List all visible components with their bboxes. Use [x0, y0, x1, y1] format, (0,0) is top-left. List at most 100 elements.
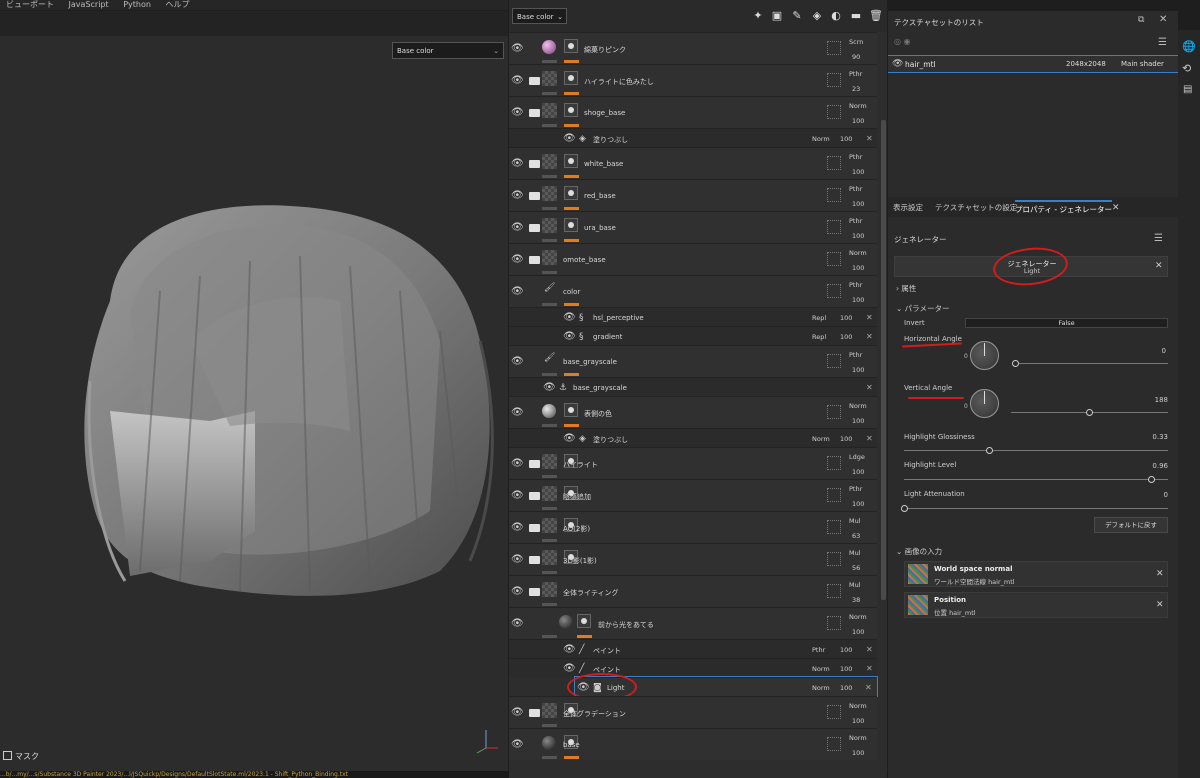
opacity-value[interactable]: 100	[840, 333, 852, 341]
remove-effect-icon[interactable]: ✕	[866, 664, 873, 673]
vertical-angle-dial[interactable]	[970, 389, 999, 418]
horizontal-angle-dial[interactable]	[970, 341, 999, 370]
3d-viewport[interactable]: Base color ⌄ マスク	[0, 11, 508, 778]
sub-layer-row[interactable]: 👁 ╱ ペイント Pthr 100 ✕	[509, 639, 877, 658]
layer-row[interactable]: 👁 🖌 base_grayscale Pthr 100	[509, 345, 877, 377]
opacity-value[interactable]: 100	[852, 168, 864, 176]
eye-icon[interactable]: 👁	[511, 191, 524, 201]
opacity-value[interactable]: 38	[852, 596, 860, 604]
folder-icon[interactable]	[529, 709, 540, 717]
menu-python[interactable]: Python	[123, 0, 151, 9]
layer-row[interactable]: 👁 表側の色 Norm 100	[509, 396, 877, 428]
blend-mode[interactable]: Mul	[849, 549, 861, 557]
eye-icon[interactable]: 👁	[563, 134, 576, 144]
input-position[interactable]: Position 位置 hair_mtl ✕	[904, 592, 1168, 618]
mask-toggle[interactable]: マスク	[3, 751, 39, 762]
opacity-value[interactable]: 100	[852, 232, 864, 240]
folder-icon[interactable]	[529, 460, 540, 468]
highlight-level-slider[interactable]	[1147, 476, 1155, 483]
sub-layer-row[interactable]: 👁 ◙ Light Norm 100 ✕	[567, 673, 878, 701]
opacity-value[interactable]: 100	[852, 264, 864, 272]
close-icon[interactable]: ✕	[1159, 14, 1167, 25]
opacity-value[interactable]: 100	[852, 366, 864, 374]
folder-icon[interactable]	[529, 224, 540, 232]
sub-layer-row[interactable]: 👁 ⚓ base_grayscale ✕	[509, 377, 877, 396]
mask-thumbnail[interactable]	[564, 154, 578, 168]
eye-icon[interactable]: 👁	[511, 740, 524, 750]
blend-mode[interactable]: Norm	[812, 665, 830, 673]
eye-icon[interactable]: 👁	[563, 332, 576, 342]
eye-icon[interactable]: 👁	[563, 664, 576, 674]
blend-mode[interactable]: Norm	[849, 102, 867, 110]
opacity-value[interactable]: 100	[852, 117, 864, 125]
blend-mode[interactable]: Repl	[812, 333, 826, 341]
folder-icon[interactable]: ▬	[848, 8, 864, 24]
eye-icon[interactable]: 👁	[563, 434, 576, 444]
blend-mode[interactable]: Norm	[812, 684, 830, 692]
blend-mode[interactable]: Pthr	[849, 70, 862, 78]
layer-row[interactable]: 👁 全体グラデーション Norm 100	[509, 696, 877, 728]
eye-icon[interactable]: 👁	[511, 357, 524, 367]
blend-mode[interactable]: Pthr	[812, 646, 825, 654]
blend-mode[interactable]: Pthr	[849, 217, 862, 225]
opacity-value[interactable]: 100	[852, 296, 864, 304]
blend-mode[interactable]: Pthr	[849, 351, 862, 359]
blend-mode[interactable]: Norm	[849, 702, 867, 710]
document-icon[interactable]: ▤	[1183, 84, 1192, 95]
opacity-value[interactable]: 100	[840, 646, 852, 654]
invert-dropdown[interactable]: False	[965, 318, 1168, 328]
opacity-value[interactable]: 100	[852, 749, 864, 757]
remove-effect-icon[interactable]: ✕	[866, 134, 873, 143]
viewport-channel-select[interactable]: Base color ⌄	[392, 42, 504, 59]
mask-thumbnail[interactable]	[564, 218, 578, 232]
sub-layer-row[interactable]: 👁 ◈ 塗りつぶし Norm 100 ✕	[509, 428, 877, 447]
tab-display-settings[interactable]: 表示設定	[893, 202, 923, 213]
maximize-icon[interactable]: ⧉	[1138, 15, 1144, 25]
eye-icon[interactable]: 👁	[543, 383, 556, 393]
vertical-angle-slider[interactable]	[1086, 409, 1093, 416]
opacity-value[interactable]: 100	[840, 135, 852, 143]
highlight-glossiness-slider[interactable]	[985, 447, 993, 454]
folder-icon[interactable]	[529, 256, 540, 264]
eye-icon[interactable]: 👁	[511, 587, 524, 597]
opacity-value[interactable]: 100	[852, 717, 864, 725]
light-attenuation-slider[interactable]	[901, 505, 908, 512]
eye-icon[interactable]: 👁	[511, 159, 524, 169]
opacity-value[interactable]: 100	[852, 468, 864, 476]
eye-icon[interactable]: 👁	[511, 459, 524, 469]
reset-defaults-button[interactable]: デフォルトに戻す	[1094, 517, 1168, 533]
eye-icon[interactable]: 👁	[563, 645, 576, 655]
sub-layer-row[interactable]: 👁 ◈ 塗りつぶし Norm 100 ✕	[509, 128, 877, 147]
opacity-value[interactable]: 56	[852, 564, 860, 572]
mask-thumbnail[interactable]	[577, 614, 591, 628]
layer-row[interactable]: 👁 ura_base Pthr 100	[509, 211, 877, 243]
fill-icon[interactable]: ◈	[809, 8, 825, 24]
trash-icon[interactable]: 🗑	[868, 8, 884, 24]
tab-texture-set-settings[interactable]: テクスチャセットの設定	[935, 202, 1017, 213]
mask-thumbnail[interactable]	[564, 403, 578, 417]
blend-mode[interactable]: Scrn	[849, 38, 863, 46]
blend-mode[interactable]: Pthr	[849, 485, 862, 493]
menu-viewport[interactable]: ビューポート	[6, 0, 54, 9]
mask-thumbnail[interactable]	[564, 39, 578, 53]
opacity-value[interactable]: 100	[852, 417, 864, 425]
visibility-toggle-icon[interactable]: ◎ ◉	[894, 37, 911, 46]
clear-icon[interactable]: ✕	[1155, 261, 1163, 271]
layer-row[interactable]: 👁 3D影(1影) Mul 56	[509, 543, 877, 575]
mask-thumbnail[interactable]	[564, 186, 578, 200]
opacity-value[interactable]: 100	[840, 435, 852, 443]
menu-help[interactable]: ヘルプ	[165, 0, 189, 9]
eye-icon[interactable]: 👁	[563, 313, 576, 323]
layer-scrollbar[interactable]	[881, 120, 886, 600]
blend-mode[interactable]: Pthr	[849, 281, 862, 289]
mask-icon[interactable]: ◐	[828, 8, 844, 24]
remove-effect-icon[interactable]: ✕	[866, 313, 873, 322]
blend-mode[interactable]: Norm	[812, 135, 830, 143]
eye-icon[interactable]: 👁	[511, 76, 524, 86]
layer-row[interactable]: 👁 omote_base Norm 100	[509, 243, 877, 275]
folder-icon[interactable]	[529, 160, 540, 168]
eye-icon[interactable]: 👁	[511, 708, 524, 718]
opacity-value[interactable]: 100	[852, 200, 864, 208]
blend-mode[interactable]: Mul	[849, 581, 861, 589]
opacity-value[interactable]: 23	[852, 85, 860, 93]
